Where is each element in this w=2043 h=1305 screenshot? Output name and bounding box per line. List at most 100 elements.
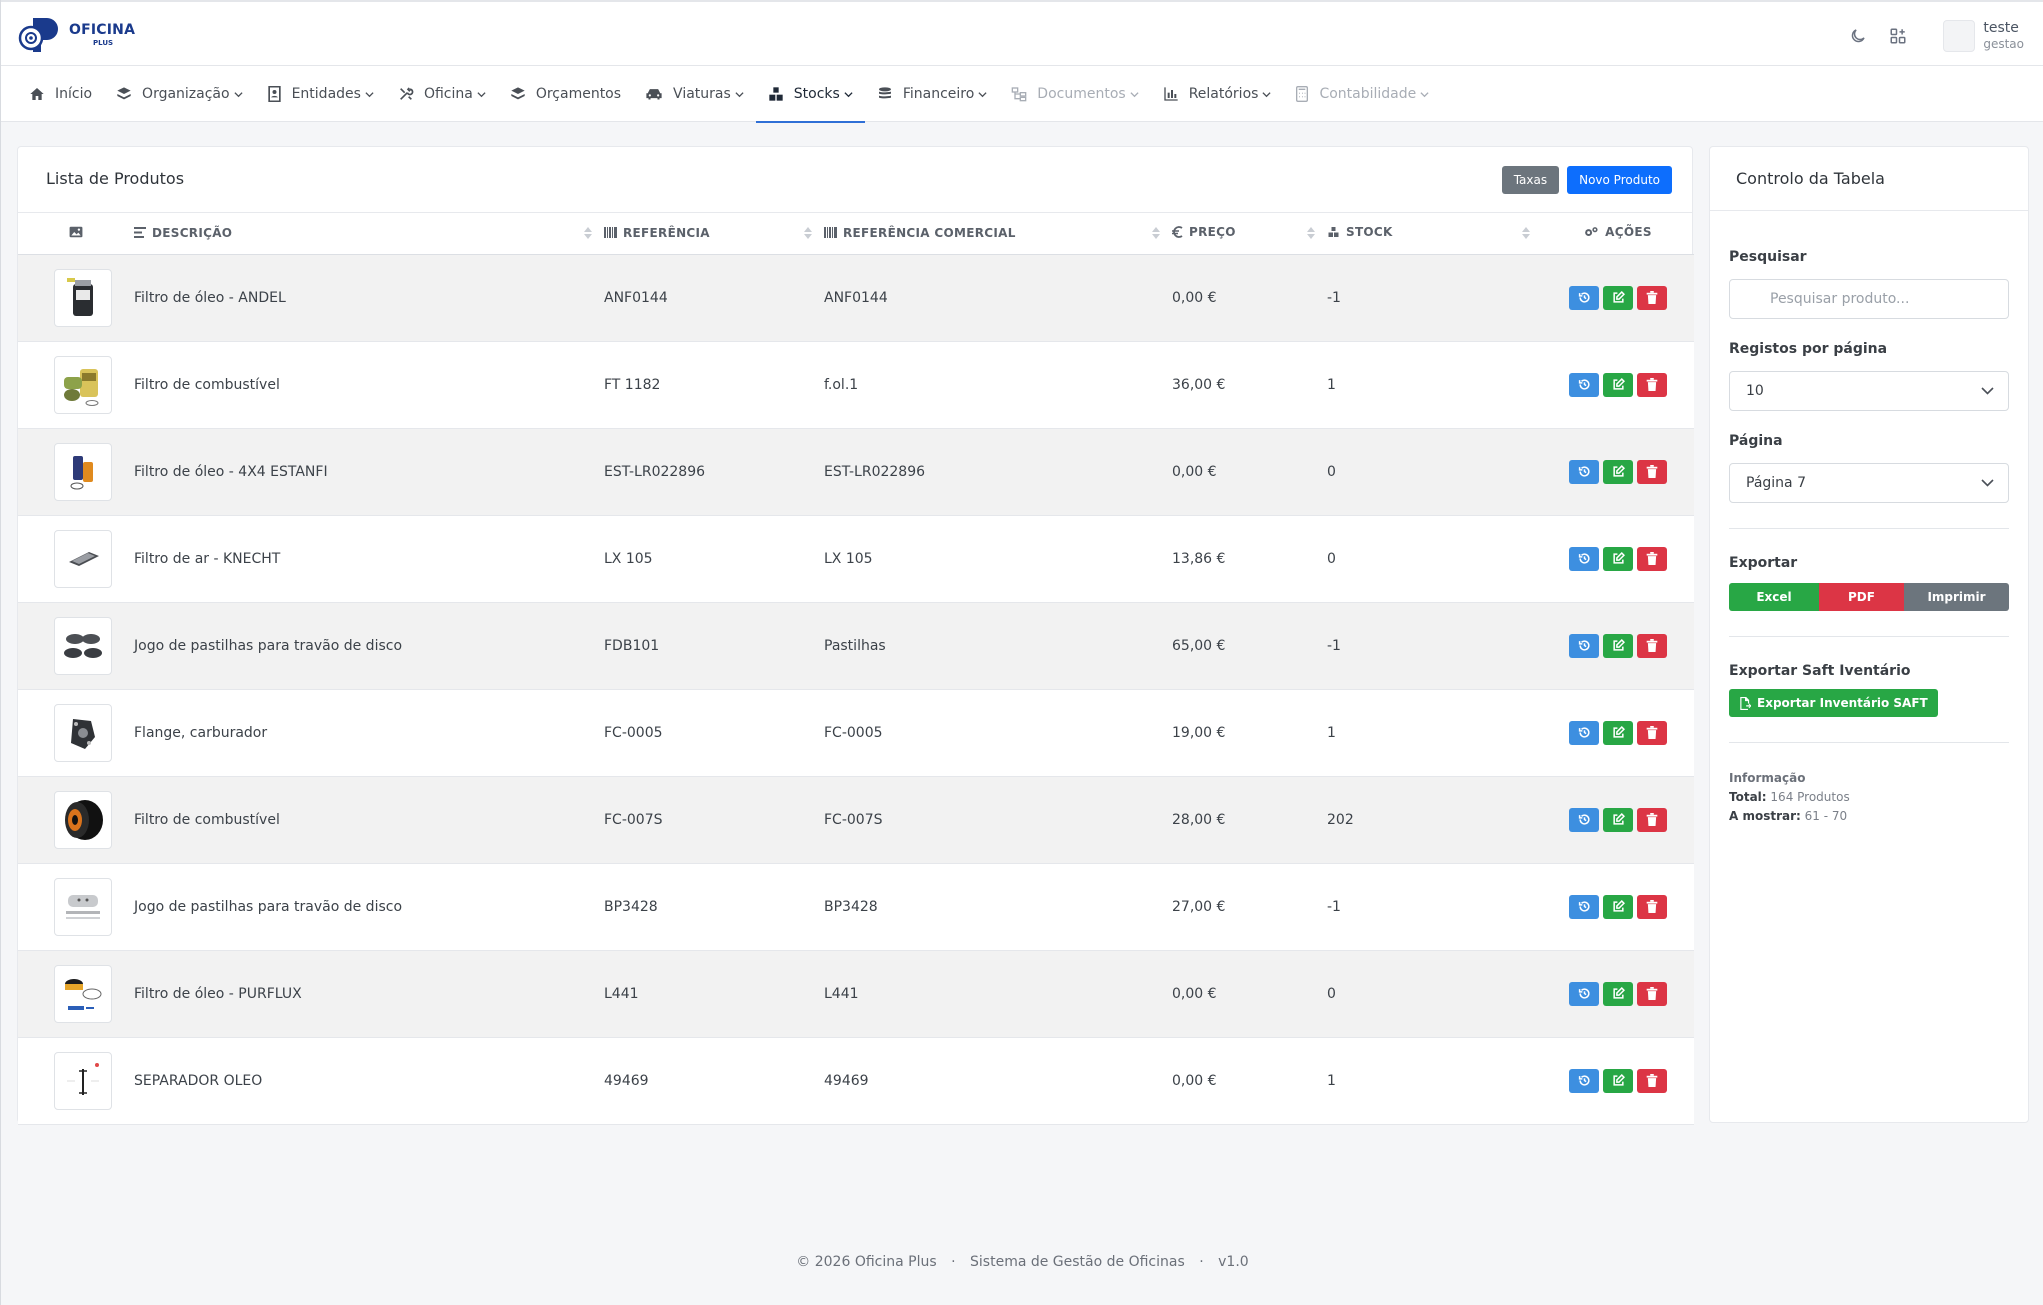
chevron-down-icon [978,91,987,97]
table-row[interactable]: Filtro de combustível FT 1182 f.ol.1 36,… [18,341,1694,428]
trash-icon [1646,378,1658,391]
table-row[interactable]: Flange, carburador FC-0005 FC-0005 19,00… [18,689,1694,776]
col-descricao[interactable]: Descrição [134,213,604,255]
export-saft-button[interactable]: Exportar Inventário SAFT [1729,689,1938,717]
nav-item-viaturas[interactable]: Viaturas [633,66,756,122]
brake-pads-grey-thumb[interactable] [54,877,112,936]
air-filter-thumb[interactable] [54,529,112,588]
edit-button[interactable] [1603,1068,1633,1093]
table-row[interactable]: Filtro de combustível FC-007S FC-007S 28… [18,776,1694,863]
nav-item-organizacao[interactable]: Organização [104,66,255,122]
search-input[interactable]: Pesquisar produto... [1729,279,2009,319]
cell-preco: 65,00 € [1172,637,1226,654]
nav-label: Entidades [291,86,361,102]
col-preco[interactable]: Preço [1172,213,1327,255]
history-icon [1578,901,1590,912]
edit-icon [1612,639,1625,651]
edit-button[interactable] [1603,633,1633,658]
fuel-filter-black-thumb[interactable] [54,790,112,849]
oil-filter-thumb[interactable] [54,268,112,327]
table-row[interactable]: Filtro de óleo - 4X4 ESTANFI EST-LR02289… [18,428,1694,515]
history-button[interactable] [1569,981,1599,1006]
nav-item-stocks[interactable]: Stocks [755,66,865,123]
history-button[interactable] [1569,372,1599,397]
print-button[interactable]: Imprimir [1904,583,2009,611]
delete-button[interactable] [1637,720,1667,745]
edit-button[interactable] [1603,285,1633,310]
brake-pads-thumb[interactable] [54,616,112,675]
cell-referencia: 49469 [604,1072,649,1089]
chevron-down-icon [1262,91,1272,97]
col-image [18,213,134,255]
edit-button[interactable] [1603,981,1633,1006]
col-acoes: Ações [1542,213,1694,255]
nav-item-relatorios[interactable]: Relatórios [1151,66,1284,122]
chevron-down-icon [477,91,486,97]
dark-mode-moon-icon[interactable] [1847,25,1869,47]
col-ref-comercial[interactable]: Referência Comercial [824,213,1172,255]
edit-button[interactable] [1603,720,1633,745]
separator-thumb[interactable] [54,1051,112,1110]
per-page-label: Registos por página [1729,341,1888,357]
oil-filter-purflux-thumb[interactable] [54,964,112,1023]
delete-button[interactable] [1637,1068,1667,1093]
new-product-button[interactable]: Novo Produto [1567,166,1672,194]
edit-button[interactable] [1603,459,1633,484]
table-row[interactable]: Filtro de óleo - ANDEL ANF0144 ANF0144 0… [18,254,1694,341]
history-button[interactable] [1569,459,1599,484]
delete-button[interactable] [1637,459,1667,484]
nav-item-inicio[interactable]: Início [17,66,104,122]
per-page-select[interactable]: 10 [1729,371,2009,411]
history-button[interactable] [1569,894,1599,919]
export-pdf-button[interactable]: PDF [1819,583,1904,611]
col-stock[interactable]: Stock [1327,213,1542,255]
nav-item-oficina[interactable]: Oficina [386,66,498,122]
edit-button[interactable] [1603,372,1633,397]
delete-button[interactable] [1637,981,1667,1006]
user-menu[interactable]: teste gestao [1983,20,2024,53]
export-buttons: Excel PDF Imprimir [1729,583,2009,611]
delete-button[interactable] [1637,546,1667,571]
nav-item-contabilidade[interactable]: Contabilidade [1283,66,1441,122]
cell-referencia: FDB101 [604,637,660,654]
apps-grid-icon[interactable] [1887,25,1909,47]
divider [1729,742,2009,743]
table-row[interactable]: Jogo de pastilhas para travão de disco F… [18,602,1694,689]
edit-button[interactable] [1603,894,1633,919]
table-row[interactable]: Filtro de ar - KNECHT LX 105 LX 105 13,8… [18,515,1694,602]
export-excel-button[interactable]: Excel [1729,583,1819,611]
flange-thumb[interactable] [54,703,112,762]
nav-item-documentos[interactable]: Documentos [999,66,1150,122]
delete-button[interactable] [1637,633,1667,658]
cell-preco: 0,00 € [1172,985,1217,1002]
history-button[interactable] [1569,546,1599,571]
delete-button[interactable] [1637,285,1667,310]
avatar[interactable] [1943,20,1976,52]
fuel-filter-thumb[interactable] [54,355,112,414]
history-button[interactable] [1569,720,1599,745]
taxas-button[interactable]: Taxas [1501,166,1560,194]
oil-filter-cartridge-thumb[interactable] [54,442,112,501]
edit-button[interactable] [1603,807,1633,832]
edit-icon [1612,291,1625,303]
logo[interactable]: OFICINA PLUS [17,16,135,54]
cell-referencia: FC-007S [604,811,663,828]
delete-button[interactable] [1637,807,1667,832]
divider [1729,636,2009,637]
history-button[interactable] [1569,807,1599,832]
nav-item-orcamentos[interactable]: Orçamentos [498,66,633,122]
info-title: Informação [1729,771,1806,785]
history-button[interactable] [1569,633,1599,658]
table-row[interactable]: Jogo de pastilhas para travão de disco B… [18,863,1694,950]
nav-item-entidades[interactable]: Entidades [255,66,386,122]
history-button[interactable] [1569,1068,1599,1093]
nav-item-financeiro[interactable]: Financeiro [865,66,999,122]
page-select[interactable]: Página 7 [1729,463,2009,503]
delete-button[interactable] [1637,372,1667,397]
table-row[interactable]: Filtro de óleo - PURFLUX L441 L441 0,00 … [18,950,1694,1037]
edit-button[interactable] [1603,546,1633,571]
history-button[interactable] [1569,285,1599,310]
col-referencia[interactable]: Referência [604,213,824,255]
table-row[interactable]: SEPARADOR OLEO 49469 49469 0,00 € 1 [18,1037,1694,1124]
delete-button[interactable] [1637,894,1667,919]
